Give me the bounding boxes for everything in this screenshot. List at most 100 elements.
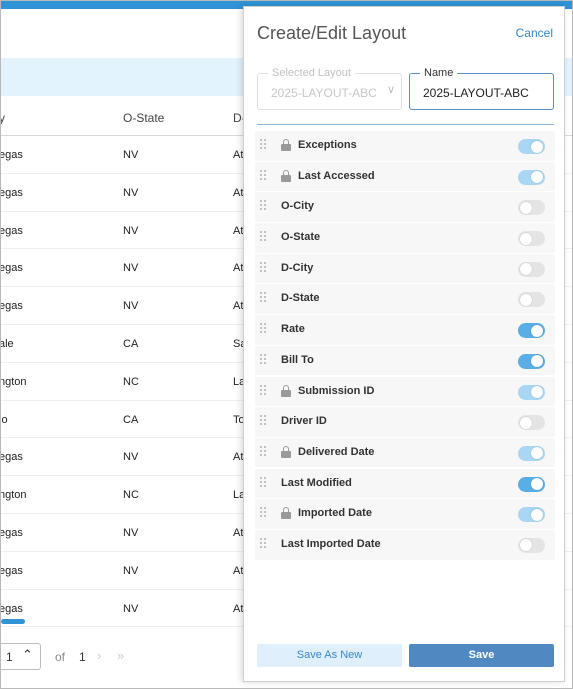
drag-handle-icon[interactable] — [260, 537, 268, 550]
divider — [257, 124, 554, 125]
cell-d-city: At — [233, 186, 244, 199]
selected-layout-value: 2025-LAYOUT-ABC — [271, 86, 377, 100]
layout-field-label: O-City — [281, 200, 314, 213]
cell-d-city: At — [233, 564, 244, 577]
column-header-o-state[interactable]: O-State — [123, 111, 164, 125]
drag-handle-icon[interactable] — [260, 261, 268, 274]
chevron-down-icon: ∨ — [386, 84, 395, 96]
lock-icon — [281, 445, 291, 458]
cell-city: egas — [0, 564, 23, 577]
layout-field-row: Imported Date — [255, 499, 555, 529]
layout-field-label: D-City — [281, 261, 314, 274]
cell-d-city: At — [233, 526, 244, 539]
visibility-toggle — [518, 384, 545, 400]
drag-handle-icon[interactable] — [260, 507, 268, 519]
layout-field-label: Rate — [281, 323, 305, 336]
cell-o-state: NV — [123, 451, 139, 464]
visibility-toggle[interactable] — [518, 261, 545, 277]
layout-field-label: O-State — [281, 231, 321, 244]
layout-field-row: D-City — [255, 253, 555, 284]
cell-city: egas — [0, 224, 23, 237]
layout-field-label: Submission ID — [298, 384, 375, 397]
layout-field-row: D-State — [255, 284, 555, 315]
cell-city: egas — [0, 300, 23, 313]
layout-field-label: Bill To — [281, 353, 314, 366]
visibility-toggle[interactable] — [518, 200, 545, 216]
double-chevron-right-icon[interactable]: » — [117, 648, 124, 663]
chevron-right-icon[interactable]: › — [97, 648, 101, 663]
cell-o-state: CA — [123, 413, 139, 426]
cell-d-city: At — [233, 602, 244, 615]
pager-of-label: of — [55, 650, 66, 664]
layout-field-label: Driver ID — [281, 415, 327, 428]
visibility-toggle — [518, 139, 545, 154]
visibility-toggle[interactable] — [518, 292, 545, 308]
layout-field-row: O-State — [255, 223, 555, 253]
cell-o-state: NV — [123, 564, 139, 577]
cell-d-city: At — [233, 149, 244, 161]
drag-handle-icon[interactable] — [260, 292, 268, 304]
drag-handle-icon[interactable] — [260, 139, 268, 151]
save-as-new-button[interactable]: Save As New — [257, 644, 402, 667]
layout-field-row: Last Imported Date — [255, 529, 555, 560]
chevron-up-icon: ⌃ — [22, 647, 33, 662]
layout-field-label: Exceptions — [298, 139, 357, 151]
lock-icon — [281, 384, 291, 397]
drag-handle-icon[interactable] — [260, 476, 268, 489]
visibility-toggle[interactable] — [518, 537, 545, 553]
cell-o-state: CA — [123, 337, 139, 350]
drag-handle-icon[interactable] — [260, 169, 268, 182]
visibility-toggle — [518, 507, 545, 523]
cell-o-state: NV — [123, 262, 139, 275]
lock-icon — [281, 169, 291, 182]
pager-total-pages: 1 — [79, 650, 86, 664]
cancel-button[interactable]: Cancel — [516, 26, 553, 40]
drag-handle-icon[interactable] — [260, 445, 268, 458]
visibility-toggle[interactable] — [518, 415, 545, 431]
drag-handle-icon[interactable] — [260, 323, 268, 335]
visibility-toggle[interactable] — [518, 353, 545, 369]
page-size-value: 1 — [6, 650, 13, 664]
visibility-toggle — [518, 445, 545, 461]
layout-field-label: Last Modified — [281, 476, 352, 489]
cell-o-state: NV — [123, 526, 139, 539]
layout-field-list: Exceptions Last Accessed O-City O-State D-Ci… — [255, 131, 555, 561]
panel-title: Create/Edit Layout — [257, 23, 407, 43]
cell-city: ngton — [0, 489, 27, 502]
layout-field-row: Submission ID — [255, 376, 555, 407]
cell-city: egas — [0, 262, 23, 275]
drag-handle-icon[interactable] — [260, 200, 268, 212]
page-size-select[interactable]: 1 ⌃ — [1, 643, 41, 670]
selected-layout-label: Selected Layout — [268, 67, 355, 79]
drag-handle-icon[interactable] — [260, 415, 268, 427]
cell-city: egas — [0, 526, 23, 539]
horizontal-scrollbar[interactable] — [1, 619, 25, 624]
create-edit-layout-panel: Create/Edit Layout Cancel Selected Layou… — [243, 6, 565, 682]
visibility-toggle[interactable] — [518, 476, 545, 492]
cell-city: egas — [0, 149, 23, 161]
visibility-toggle[interactable] — [518, 231, 545, 247]
save-button[interactable]: Save — [409, 644, 554, 667]
cell-city: egas — [0, 186, 23, 199]
cell-o-state: NV — [123, 602, 139, 615]
layout-name-input[interactable]: Name 2025-LAYOUT-ABC — [409, 67, 554, 110]
layout-field-row: O-City — [255, 192, 555, 222]
visibility-toggle — [518, 169, 545, 185]
cell-city: ngton — [0, 375, 27, 388]
layout-field-row: Last Accessed — [255, 161, 555, 192]
cell-city: egas — [0, 602, 23, 615]
layout-field-row: Last Modified — [255, 468, 555, 499]
cell-d-city: At — [233, 300, 244, 313]
cell-d-city: At — [233, 224, 244, 237]
cell-o-state: NV — [123, 186, 139, 199]
drag-handle-icon[interactable] — [260, 353, 268, 366]
layout-field-row: Driver ID — [255, 407, 555, 437]
cell-o-state: NV — [123, 300, 139, 313]
selected-layout-select[interactable]: Selected Layout 2025-LAYOUT-ABC ∨ — [257, 67, 402, 110]
drag-handle-icon[interactable] — [260, 384, 268, 397]
column-header-city[interactable]: y — [1, 111, 5, 125]
layout-field-row: Delivered Date — [255, 437, 555, 468]
drag-handle-icon[interactable] — [260, 231, 268, 243]
visibility-toggle[interactable] — [518, 323, 545, 339]
layout-field-label: D-State — [281, 292, 320, 305]
